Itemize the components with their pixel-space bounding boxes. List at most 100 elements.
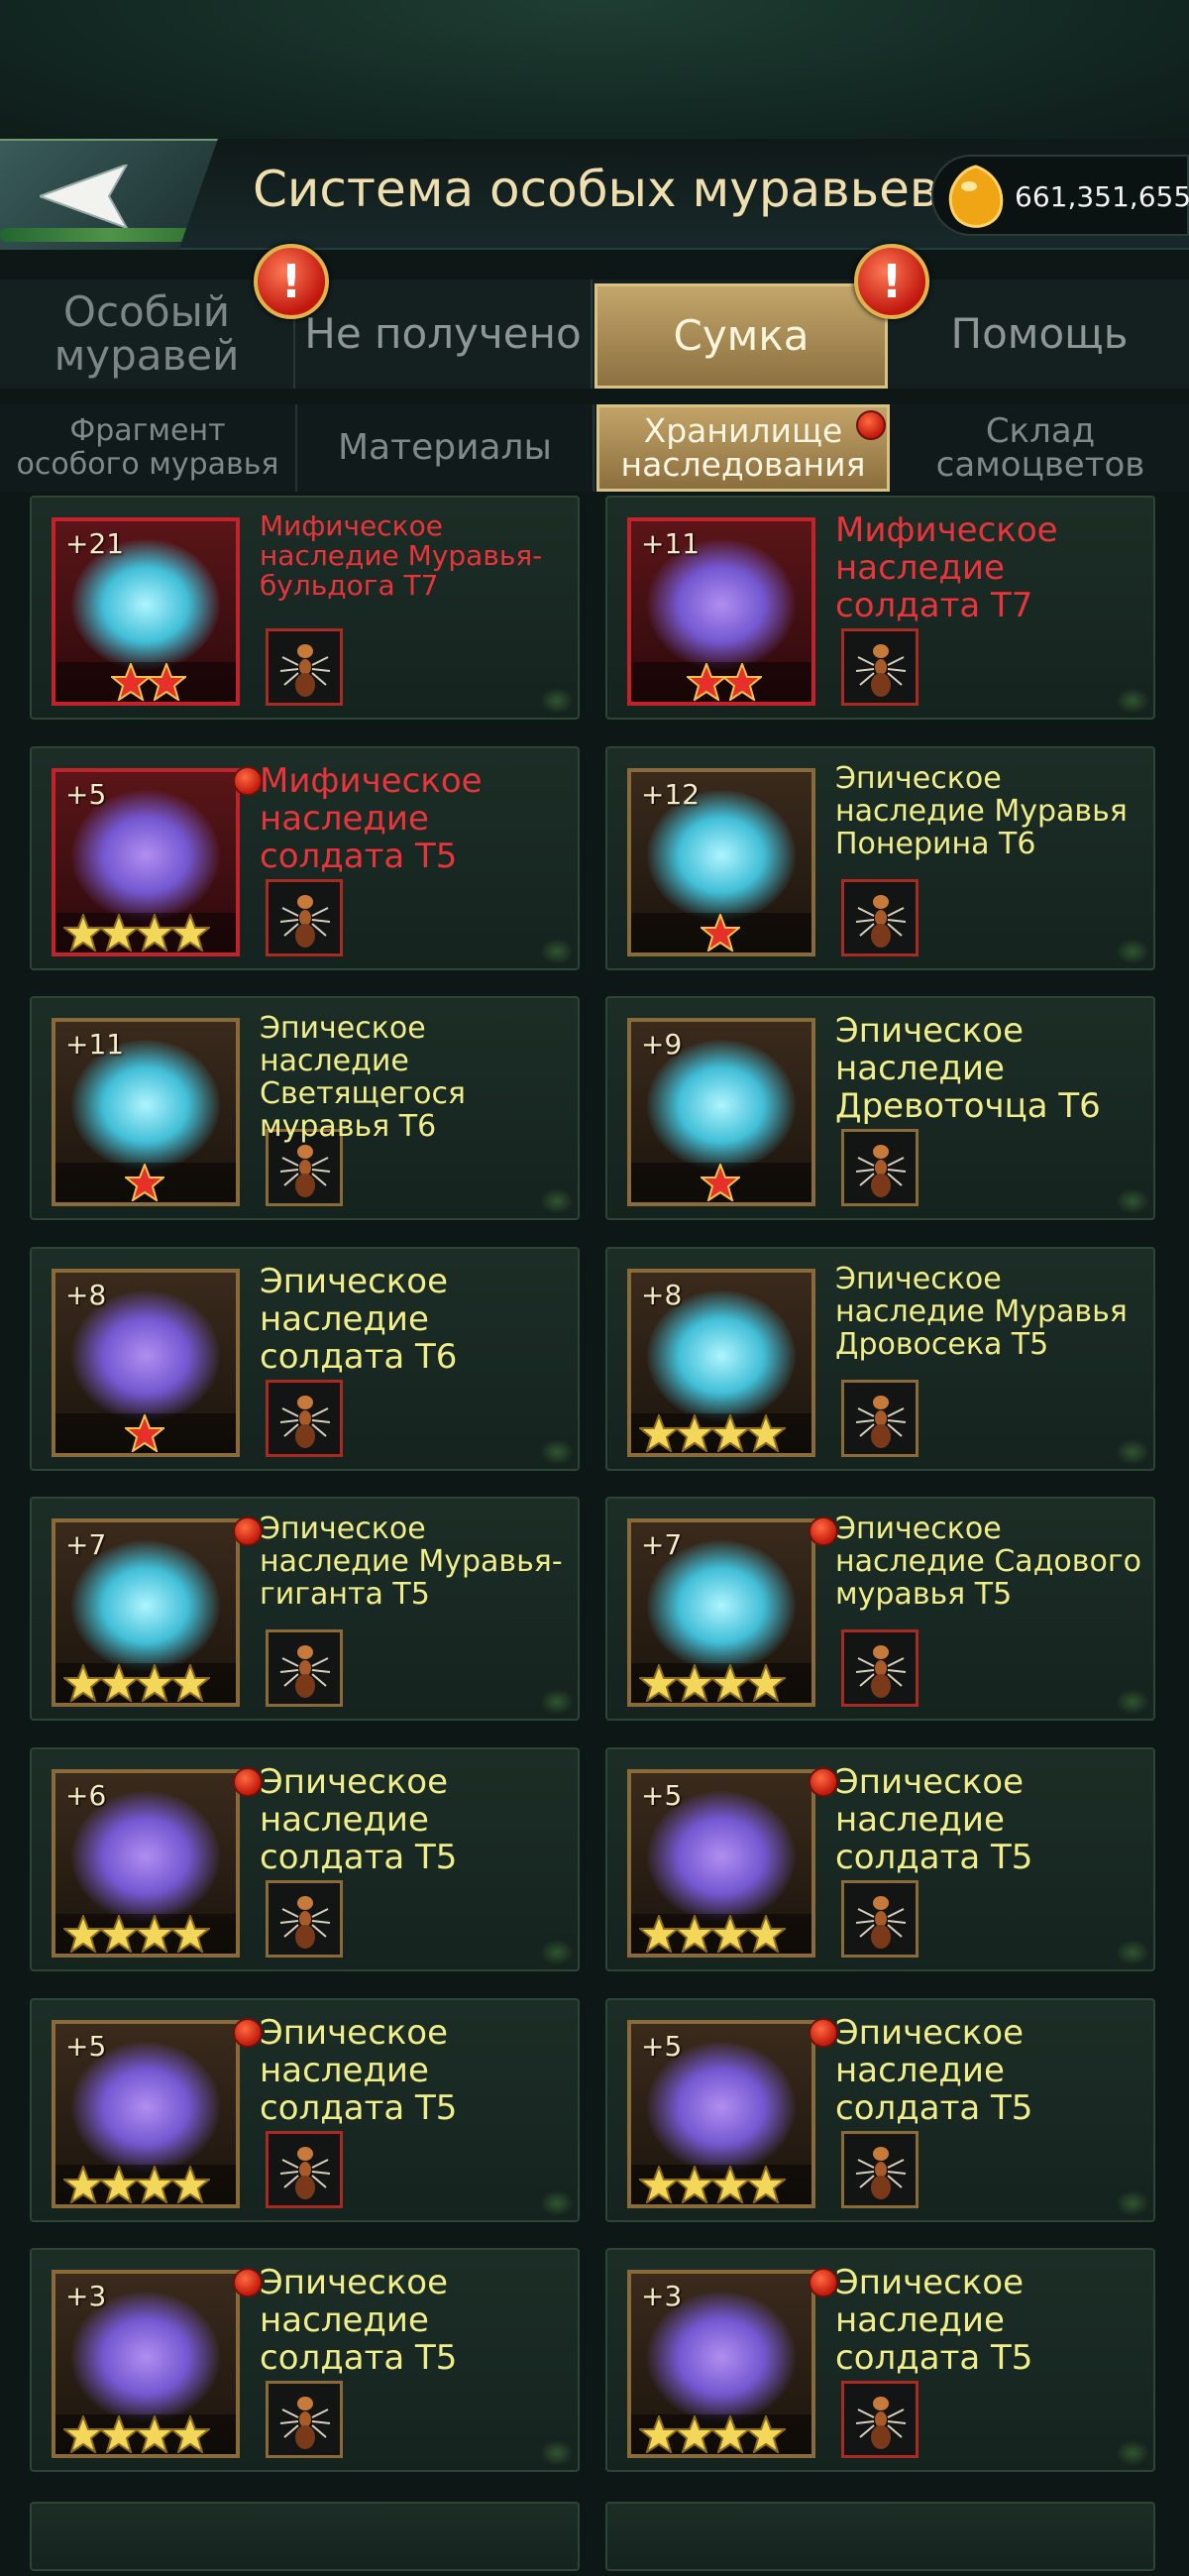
tab-special-ant[interactable]: Особый муравей — [0, 280, 295, 389]
ant-portrait[interactable]: +5 — [627, 1769, 815, 1958]
tab-label: Сумка — [673, 311, 810, 360]
inheritance-card-partial[interactable] — [30, 2502, 580, 2571]
star-icon — [135, 2415, 174, 2453]
ant-portrait[interactable]: +3 — [627, 2270, 815, 2458]
inheritance-name: Эпическое наследие Садового муравья T5 — [835, 1512, 1141, 1612]
notification-dot — [233, 2018, 263, 2048]
leaf-decoration — [1116, 1940, 1149, 1965]
orange-ant-icon — [266, 1380, 343, 1457]
leaf-decoration — [540, 1689, 574, 1715]
star-icon — [99, 2415, 139, 2453]
subtab-label: Материалы — [338, 427, 552, 468]
top-background — [0, 0, 1189, 139]
inheritance-card[interactable]: +3 Эпическое наследие солдата T5 — [30, 2248, 580, 2472]
star-rating — [631, 1663, 811, 1703]
notification-dot — [233, 1767, 263, 1797]
inheritance-card-partial[interactable] — [605, 2502, 1155, 2571]
star-icon — [746, 1414, 786, 1452]
ant-portrait[interactable]: +11 — [627, 517, 815, 706]
ant-silhouette — [279, 644, 331, 697]
ant-portrait[interactable]: +5 — [627, 2020, 815, 2208]
star-icon — [710, 1414, 750, 1452]
ant-silhouette — [279, 895, 331, 948]
ant-silhouette — [279, 2397, 331, 2449]
inheritance-name: Эпическое наследие солдата T5 — [835, 1762, 1033, 1877]
subtab-inheritance-storage[interactable]: Хранилище наследования — [596, 404, 890, 492]
tab-not-obtained[interactable]: Не получено — [295, 280, 593, 389]
ant-portrait[interactable]: +9 — [627, 1018, 815, 1206]
ant-portrait[interactable]: +5 — [52, 768, 240, 956]
inheritance-card[interactable]: +9 Эпическое наследие Древоточца T6 — [605, 996, 1155, 1220]
inheritance-card[interactable]: +5 Мифическое наследие солдата T5 — [30, 746, 580, 970]
leaf-decoration — [1116, 1439, 1149, 1465]
ant-portrait[interactable]: +21 — [52, 517, 240, 706]
ponerine-ant-icon — [841, 879, 919, 956]
inheritance-name: Эпическое наследие Муравья Дровосека T5 — [835, 1262, 1128, 1362]
inheritance-card[interactable]: +11 Мифическое наследие солдата T7 — [605, 496, 1155, 720]
star-rating — [55, 1914, 236, 1954]
inheritance-card[interactable]: +21 Мифическое наследие Муравья-бульдога … — [30, 496, 580, 720]
giant-ant-icon — [266, 1629, 343, 1707]
ant-portrait[interactable]: +11 — [52, 1018, 240, 1206]
inheritance-card[interactable]: +7 Эпическое наследие Садового муравья T5 — [605, 1497, 1155, 1721]
ant-silhouette — [855, 1896, 907, 1949]
tab-bag[interactable]: Сумка — [594, 283, 888, 389]
subtab-label: Хранилище наследования — [620, 411, 866, 484]
star-icon — [710, 1915, 750, 1953]
star-icon — [63, 1915, 103, 1953]
bulldog-ant-icon — [266, 628, 343, 706]
star-rating — [631, 1413, 811, 1453]
inheritance-name: Эпическое наследие солдата T6 — [260, 1262, 458, 1377]
inheritance-card[interactable]: +7 Эпическое наследие Муравья-гиганта T5 — [30, 1497, 580, 1721]
star-icon — [135, 2166, 174, 2203]
inheritance-card[interactable]: +5 Эпическое наследие солдата T5 — [30, 1998, 580, 2222]
inheritance-card[interactable]: +12 Эпическое наследие Муравья Понерина T… — [605, 746, 1155, 970]
leaf-decoration — [540, 1439, 574, 1465]
inheritance-card[interactable]: +5 Эпическое наследие солдата T5 — [605, 1747, 1155, 1971]
inheritance-card[interactable]: +8 Эпическое наследие Муравья Дровосека T… — [605, 1247, 1155, 1471]
ant-portrait[interactable]: +3 — [52, 2270, 240, 2458]
star-icon — [99, 1664, 139, 1702]
garden-ant-icon — [841, 1629, 919, 1707]
star-icon — [675, 1414, 714, 1452]
ant-silhouette — [855, 644, 907, 697]
tab-help[interactable]: Помощь — [890, 280, 1189, 389]
star-icon — [675, 2166, 714, 2203]
ant-portrait[interactable]: +7 — [52, 1518, 240, 1707]
alert-icon: ! — [854, 244, 929, 319]
star-icon — [687, 663, 726, 701]
inheritance-card[interactable]: +11 Эпическое наследие Светящегося муравь… — [30, 996, 580, 1220]
star-icon — [675, 1915, 714, 1953]
ant-portrait[interactable]: +8 — [627, 1269, 815, 1457]
level-label: +5 — [641, 2030, 683, 2063]
star-icon — [722, 663, 762, 701]
subtab-materials[interactable]: Материалы — [297, 404, 594, 492]
star-rating — [631, 1914, 811, 1954]
leaf-decoration — [1116, 688, 1149, 714]
leaf-decoration — [1116, 2440, 1149, 2466]
subtab-fragments[interactable]: Фрагмент особого муравья — [0, 404, 297, 492]
level-label: +12 — [641, 778, 701, 811]
star-icon — [125, 1164, 164, 1201]
star-icon — [170, 2415, 210, 2453]
ant-portrait[interactable]: +7 — [627, 1518, 815, 1707]
ant-silhouette — [279, 2147, 331, 2199]
soldier-ant-icon — [266, 2381, 343, 2458]
star-rating — [631, 2165, 811, 2204]
inheritance-card[interactable]: +6 Эпическое наследие солдата T5 — [30, 1747, 580, 1971]
ant-portrait[interactable]: +12 — [627, 768, 815, 956]
inheritance-card[interactable]: +8 Эпическое наследие солдата T6 — [30, 1247, 580, 1471]
subtab-gem-storage[interactable]: Склад самоцветов — [892, 404, 1189, 492]
ant-portrait[interactable]: +8 — [52, 1269, 240, 1457]
star-icon — [710, 1664, 750, 1702]
woodborer-ant-icon — [841, 1129, 919, 1206]
ant-silhouette — [855, 2147, 907, 2199]
inheritance-card[interactable]: +3 Эпическое наследие солдата T5 — [605, 2248, 1155, 2472]
level-label: +3 — [641, 2280, 683, 2312]
ant-portrait[interactable]: +5 — [52, 2020, 240, 2208]
ant-portrait[interactable]: +6 — [52, 1769, 240, 1958]
inheritance-card[interactable]: +5 Эпическое наследие солдата T5 — [605, 1998, 1155, 2222]
inheritance-list[interactable]: +21 Мифическое наследие Муравья-бульдога … — [0, 496, 1189, 2576]
star-icon — [147, 663, 186, 701]
level-label: +9 — [641, 1028, 683, 1061]
